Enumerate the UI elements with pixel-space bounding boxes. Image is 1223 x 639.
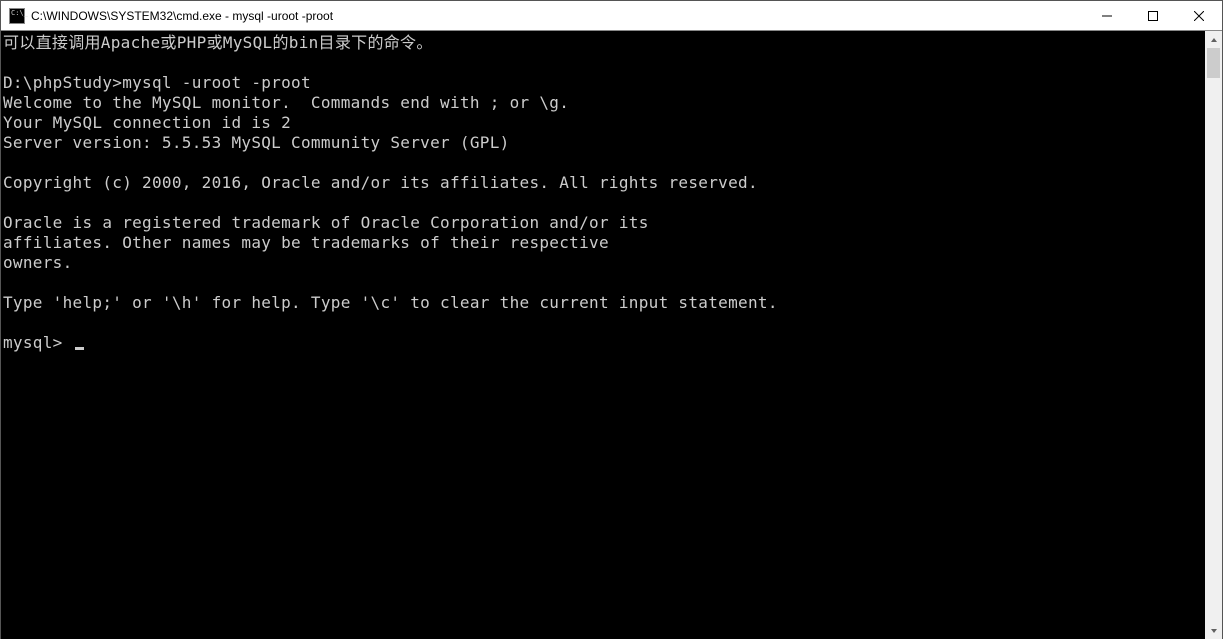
scroll-down-button[interactable] xyxy=(1205,622,1222,639)
content-area: 可以直接调用Apache或PHP或MySQL的bin目录下的命令。 D:\php… xyxy=(1,31,1222,639)
terminal-line: Welcome to the MySQL monitor. Commands e… xyxy=(3,93,569,112)
scroll-up-button[interactable] xyxy=(1205,31,1222,48)
terminal-line: affiliates. Other names may be trademark… xyxy=(3,233,609,252)
terminal-line: Your MySQL connection id is 2 xyxy=(3,113,291,132)
vertical-scrollbar[interactable] xyxy=(1205,31,1222,639)
scrollbar-thumb[interactable] xyxy=(1207,48,1220,78)
mysql-prompt: mysql> xyxy=(3,333,73,352)
terminal-line: Oracle is a registered trademark of Orac… xyxy=(3,213,649,232)
cmd-icon xyxy=(9,8,25,24)
window-titlebar[interactable]: C:\WINDOWS\SYSTEM32\cmd.exe - mysql -uro… xyxy=(1,1,1222,31)
window-title: C:\WINDOWS\SYSTEM32\cmd.exe - mysql -uro… xyxy=(31,9,333,23)
close-button[interactable] xyxy=(1176,1,1222,30)
terminal-line: D:\phpStudy>mysql -uroot -proot xyxy=(3,73,311,92)
minimize-button[interactable] xyxy=(1084,1,1130,30)
cursor-icon xyxy=(75,347,84,350)
terminal-line: Type 'help;' or '\h' for help. Type '\c'… xyxy=(3,293,778,312)
window-controls xyxy=(1084,1,1222,30)
terminal-line: 可以直接调用Apache或PHP或MySQL的bin目录下的命令。 xyxy=(3,33,433,52)
terminal-line: Server version: 5.5.53 MySQL Community S… xyxy=(3,133,510,152)
terminal-line: owners. xyxy=(3,253,73,272)
terminal-output[interactable]: 可以直接调用Apache或PHP或MySQL的bin目录下的命令。 D:\php… xyxy=(1,31,1205,639)
scrollbar-track[interactable] xyxy=(1205,48,1222,622)
maximize-button[interactable] xyxy=(1130,1,1176,30)
terminal-line: Copyright (c) 2000, 2016, Oracle and/or … xyxy=(3,173,758,192)
